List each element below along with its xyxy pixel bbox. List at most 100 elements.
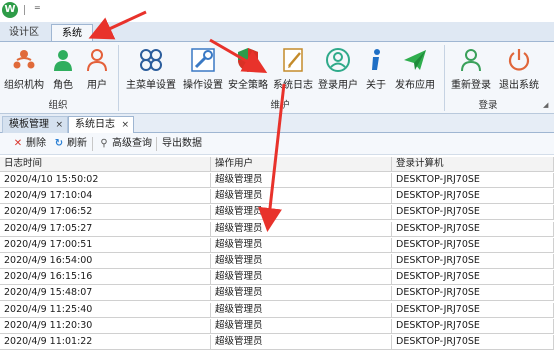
cell-operator: 超级管理员 [211, 205, 392, 221]
logged-in-users-button[interactable]: 登录用户 [317, 44, 359, 92]
exit-system-button[interactable]: 退出系统 [497, 44, 541, 92]
main-menu-settings-button[interactable]: 主菜单设置 [123, 44, 179, 92]
power-exit-icon [508, 49, 530, 71]
title-separator [24, 5, 25, 15]
doc-tab-label: 模板管理 [9, 119, 49, 130]
relogin-label: 重新登录 [451, 80, 491, 91]
table-row[interactable]: 2020/4/9 17:05:27 超级管理员 DESKTOP-JRJ70SE [0, 221, 554, 237]
quick-access-dropdown[interactable]: = [34, 3, 41, 12]
cell-log-time: 2020/4/9 17:05:27 [0, 221, 211, 237]
security-shield-icon [238, 48, 258, 72]
toolbar-separator [156, 137, 157, 151]
relogin-button[interactable]: 重新登录 [449, 44, 493, 92]
tab-design-area[interactable]: 设计区 [4, 24, 44, 41]
export-data-button[interactable]: 导出数据 [162, 137, 202, 151]
cell-computer: DESKTOP-JRJ70SE [392, 335, 554, 350]
about-button[interactable]: 关于 [363, 44, 389, 92]
operation-settings-button[interactable]: 操作设置 [181, 44, 225, 92]
about-info-icon [372, 49, 380, 70]
system-log-icon [283, 48, 303, 72]
ribbon-tab-bar: 设计区 系统 [0, 22, 554, 41]
cell-computer: DESKTOP-JRJ70SE [392, 318, 554, 334]
table-row[interactable]: 2020/4/10 15:50:02 超级管理员 DESKTOP-JRJ70SE [0, 173, 554, 188]
table-row[interactable]: 2020/4/9 11:25:40 超级管理员 DESKTOP-JRJ70SE [0, 302, 554, 318]
table-row[interactable]: 2020/4/9 15:48:07 超级管理员 DESKTOP-JRJ70SE [0, 286, 554, 302]
org-structure-label: 组织机构 [4, 80, 44, 91]
cell-operator: 超级管理员 [211, 173, 392, 188]
logged-in-users-label: 登录用户 [318, 80, 358, 91]
publish-app-button[interactable]: 发布应用 [393, 44, 437, 92]
group-label-maintenance: 维护 [270, 100, 290, 111]
cell-computer: DESKTOP-JRJ70SE [392, 286, 554, 302]
close-icon[interactable]: × [121, 117, 129, 133]
cell-log-time: 2020/4/9 15:48:07 [0, 286, 211, 302]
column-header-computer[interactable]: 登录计算机 [392, 157, 554, 172]
export-data-label: 导出数据 [162, 138, 202, 149]
app-logo-icon[interactable]: W [2, 2, 18, 18]
cell-computer: DESKTOP-JRJ70SE [392, 221, 554, 237]
advanced-query-button[interactable]: ⚲ 高级查询 [98, 137, 152, 151]
ribbon-panel: 组织机构 角色 用户 组织 主菜单设置 操作设置 安全策略 系统日志 登录用户 … [0, 41, 554, 114]
close-icon[interactable]: × [55, 117, 63, 133]
system-log-button[interactable]: 系统日志 [272, 44, 314, 92]
advanced-query-label: 高级查询 [112, 138, 152, 149]
column-header-log-time[interactable]: 日志时间 [0, 157, 211, 172]
doc-tab-template-management[interactable]: 模板管理 × [2, 116, 68, 133]
delete-button[interactable]: ✕ 删除 [12, 137, 46, 151]
table-row[interactable]: 2020/4/9 17:06:52 超级管理员 DESKTOP-JRJ70SE [0, 205, 554, 221]
table-row[interactable]: 2020/4/9 16:54:00 超级管理员 DESKTOP-JRJ70SE [0, 254, 554, 269]
title-bar: W = [0, 0, 554, 22]
cell-operator: 超级管理员 [211, 335, 392, 350]
cell-log-time: 2020/4/9 17:06:52 [0, 205, 211, 221]
grid-header-row: 日志时间 操作用户 登录计算机 [0, 157, 554, 172]
logged-in-users-icon [326, 48, 350, 72]
cell-operator: 超级管理员 [211, 302, 392, 318]
user-label: 用户 [87, 80, 107, 91]
cell-log-time: 2020/4/9 17:10:04 [0, 189, 211, 205]
user-button[interactable]: 用户 [82, 44, 112, 92]
cell-computer: DESKTOP-JRJ70SE [392, 237, 554, 253]
log-grid[interactable]: 日志时间 操作用户 登录计算机 2020/4/10 15:50:02 超级管理员 D… [0, 157, 554, 351]
cell-log-time: 2020/4/9 11:20:30 [0, 318, 211, 334]
security-policy-button[interactable]: 安全策略 [227, 44, 269, 92]
role-button[interactable]: 角色 [48, 44, 78, 92]
cell-operator: 超级管理员 [211, 270, 392, 286]
main-menu-settings-label: 主菜单设置 [126, 80, 176, 91]
toolbar-separator [92, 137, 93, 151]
cell-operator: 超级管理员 [211, 237, 392, 253]
table-row[interactable]: 2020/4/9 17:00:51 超级管理员 DESKTOP-JRJ70SE [0, 237, 554, 253]
about-label: 关于 [366, 80, 386, 91]
cell-computer: DESKTOP-JRJ70SE [392, 270, 554, 286]
cell-computer: DESKTOP-JRJ70SE [392, 254, 554, 269]
cell-computer: DESKTOP-JRJ70SE [392, 205, 554, 221]
doc-tab-system-log[interactable]: 系统日志 × [68, 116, 134, 133]
group-label-login: 登录 [478, 100, 498, 111]
cell-log-time: 2020/4/9 11:25:40 [0, 302, 211, 318]
operation-settings-icon [191, 48, 215, 72]
cell-operator: 超级管理员 [211, 189, 392, 205]
operation-settings-label: 操作设置 [183, 80, 223, 91]
tab-system[interactable]: 系统 [51, 24, 93, 41]
table-row[interactable]: 2020/4/9 11:01:22 超级管理员 DESKTOP-JRJ70SE [0, 335, 554, 350]
org-structure-button[interactable]: 组织机构 [4, 44, 44, 92]
grid-toolbar: ✕ 删除 ↻ 刷新 ⚲ 高级查询 导出数据 [0, 133, 554, 155]
group-expand-icon[interactable]: ◢ [543, 102, 550, 109]
cell-operator: 超级管理员 [211, 318, 392, 334]
table-row[interactable]: 2020/4/9 17:10:04 超级管理员 DESKTOP-JRJ70SE [0, 189, 554, 205]
refresh-icon: ↻ [54, 138, 64, 149]
role-label: 角色 [53, 80, 73, 91]
cell-log-time: 2020/4/9 17:00:51 [0, 237, 211, 253]
cell-operator: 超级管理员 [211, 221, 392, 237]
group-separator [118, 45, 119, 111]
group-label-organization: 组织 [48, 100, 68, 111]
cell-log-time: 2020/4/10 15:50:02 [0, 173, 211, 188]
column-header-operator[interactable]: 操作用户 [211, 157, 392, 172]
table-row[interactable]: 2020/4/9 11:20:30 超级管理员 DESKTOP-JRJ70SE [0, 318, 554, 334]
menu-settings-icon [140, 49, 162, 71]
relogin-icon [461, 49, 481, 72]
cell-operator: 超级管理员 [211, 286, 392, 302]
delete-x-icon: ✕ [13, 138, 23, 149]
cell-computer: DESKTOP-JRJ70SE [392, 189, 554, 205]
table-row[interactable]: 2020/4/9 16:15:16 超级管理员 DESKTOP-JRJ70SE [0, 270, 554, 286]
refresh-button[interactable]: ↻ 刷新 [53, 137, 87, 151]
